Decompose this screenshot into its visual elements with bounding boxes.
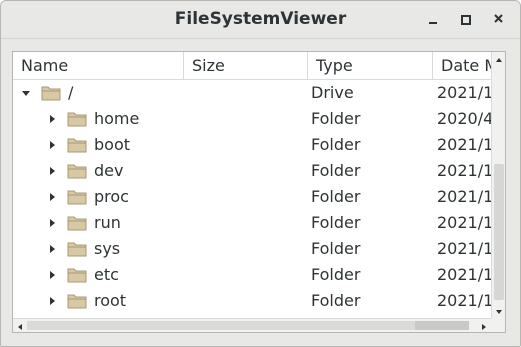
folder-icon: [67, 136, 87, 154]
scroll-left-icon: [18, 324, 22, 330]
row-name: etc: [94, 265, 119, 284]
row-type: Drive: [311, 83, 354, 102]
scroll-left-button[interactable]: [13, 319, 27, 332]
row-name: root: [94, 291, 127, 310]
folder-icon: [67, 162, 87, 180]
file-tree-view[interactable]: Name Size Type Date M / Drive 2021/1 home Fo…: [12, 51, 506, 333]
folder-icon: [67, 214, 87, 232]
row-date-modified: 2020/4: [437, 109, 491, 128]
vertical-scrollbar[interactable]: [491, 52, 505, 318]
row-size: [192, 210, 302, 236]
collapsed-arrow-icon[interactable]: [44, 132, 58, 158]
scroll-up-icon: [496, 58, 502, 62]
row-name: proc: [94, 187, 129, 206]
row-type: Folder: [311, 161, 361, 180]
folder-icon: [67, 266, 87, 284]
collapsed-arrow-icon[interactable]: [44, 210, 58, 236]
tree-row[interactable]: home Folder 2020/4: [13, 106, 491, 132]
row-name: sys: [94, 239, 121, 258]
tree-row[interactable]: proc Folder 2021/1: [13, 184, 491, 210]
tree-row[interactable]: boot Folder 2021/1: [13, 132, 491, 158]
maximize-button[interactable]: [457, 10, 475, 28]
row-size: [192, 106, 302, 132]
row-type: Folder: [311, 265, 361, 284]
column-header-name[interactable]: Name: [13, 52, 184, 79]
scroll-up-button[interactable]: [492, 52, 505, 66]
column-header: Name Size Type Date M: [13, 52, 491, 80]
collapsed-arrow-icon[interactable]: [44, 158, 58, 184]
collapsed-arrow-icon[interactable]: [44, 262, 58, 288]
tree-row[interactable]: run Folder 2021/1: [13, 210, 491, 236]
scroll-corner: [491, 318, 505, 332]
vertical-scroll-thumb[interactable]: [494, 164, 504, 300]
collapsed-arrow-icon[interactable]: [44, 184, 58, 210]
row-date-modified: 2021/1: [437, 213, 491, 232]
row-size: [192, 158, 302, 184]
column-header-date-modified[interactable]: Date M: [433, 52, 491, 79]
row-date-modified: 2021/1: [437, 135, 491, 154]
row-size: [192, 236, 302, 262]
row-date-modified: 2021/1: [437, 187, 491, 206]
row-type: Folder: [311, 291, 361, 310]
close-button[interactable]: [490, 10, 508, 28]
minimize-icon: [429, 22, 437, 24]
row-date-modified: 2021/1: [437, 291, 491, 310]
minimize-button[interactable]: [424, 10, 442, 28]
tree-row[interactable]: dev Folder 2021/1: [13, 158, 491, 184]
folder-icon: [41, 84, 61, 102]
row-size: [192, 80, 302, 106]
expanded-arrow-icon[interactable]: [18, 80, 32, 106]
scroll-down-button[interactable]: [492, 304, 505, 318]
row-date-modified: 2021/1: [437, 83, 491, 102]
row-name: boot: [94, 135, 131, 154]
folder-icon: [67, 292, 87, 310]
tree-row[interactable]: / Drive 2021/1: [13, 80, 491, 106]
tree-row[interactable]: root Folder 2021/1: [13, 288, 491, 314]
row-name: run: [94, 213, 121, 232]
row-type: Folder: [311, 187, 361, 206]
tree-row[interactable]: etc Folder 2021/1: [13, 262, 491, 288]
folder-icon: [67, 188, 87, 206]
row-date-modified: 2021/1: [437, 239, 491, 258]
folder-icon: [67, 110, 87, 128]
collapsed-arrow-icon[interactable]: [44, 106, 58, 132]
row-type: Folder: [311, 213, 361, 232]
row-date-modified: 2021/1: [437, 265, 491, 284]
row-name: home: [94, 109, 140, 128]
maximize-icon: [461, 15, 471, 25]
row-size: [192, 184, 302, 210]
app-window: FileSystemViewer Name Size Type Date M /…: [0, 0, 521, 347]
folder-icon: [67, 240, 87, 258]
tree-row[interactable]: sys Folder 2021/1: [13, 236, 491, 262]
column-header-type[interactable]: Type: [308, 52, 433, 79]
row-size: [192, 132, 302, 158]
column-header-size[interactable]: Size: [184, 52, 308, 79]
scroll-right-icon: [482, 324, 486, 330]
row-type: Folder: [311, 239, 361, 258]
row-size: [192, 262, 302, 288]
row-type: Folder: [311, 135, 361, 154]
horizontal-scrollbar[interactable]: [13, 318, 491, 332]
close-icon: [494, 14, 503, 23]
horizontal-scroll-track: [27, 321, 415, 330]
collapsed-arrow-icon[interactable]: [44, 236, 58, 262]
row-name: /: [68, 83, 74, 102]
horizontal-scroll-thumb[interactable]: [415, 321, 469, 330]
scroll-down-icon: [496, 310, 502, 314]
collapsed-arrow-icon[interactable]: [44, 288, 58, 314]
window-title: FileSystemViewer: [174, 9, 347, 29]
scroll-right-button[interactable]: [477, 319, 491, 332]
row-date-modified: 2021/1: [437, 161, 491, 180]
title-bar[interactable]: FileSystemViewer: [1, 1, 520, 39]
row-size: [192, 288, 302, 314]
row-type: Folder: [311, 109, 361, 128]
row-name: dev: [94, 161, 124, 180]
